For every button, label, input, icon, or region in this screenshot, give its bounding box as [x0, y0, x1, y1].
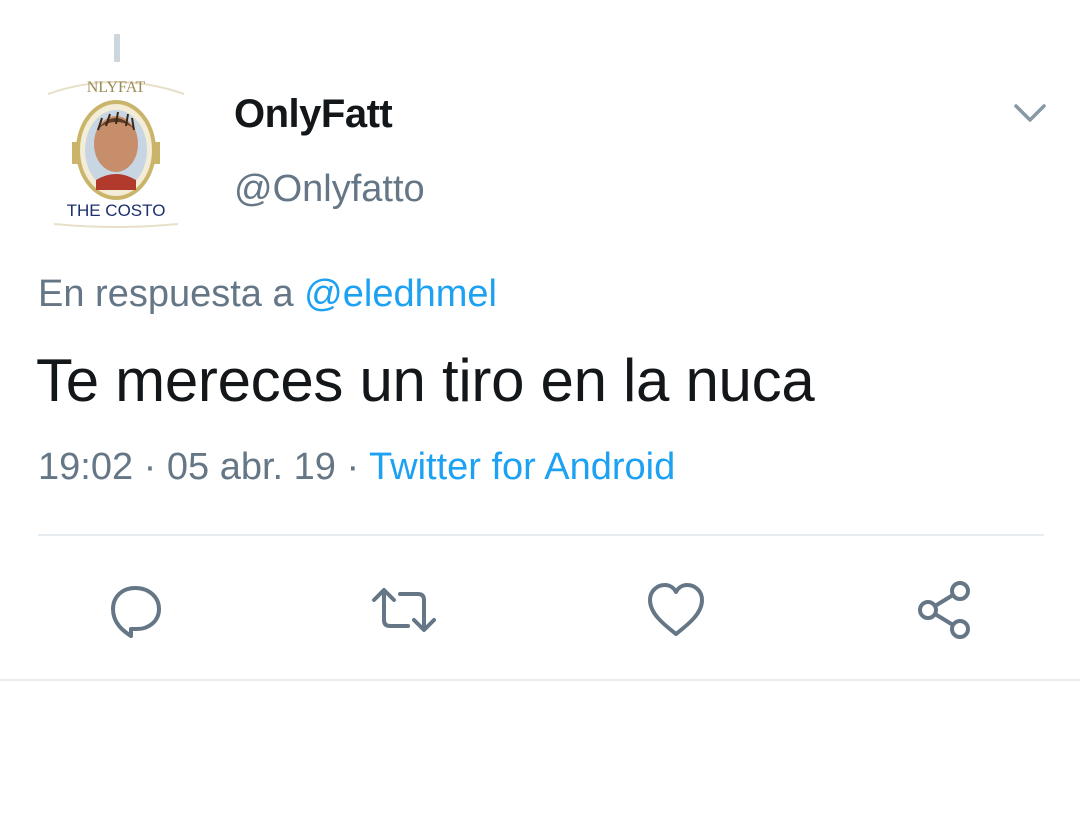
- meta-separator: ·: [133, 446, 167, 488]
- tweet-date: 05 abr. 19: [166, 446, 336, 488]
- retweet-button[interactable]: [368, 574, 440, 646]
- reply-button[interactable]: [99, 574, 171, 646]
- tweet-bottom-border: [0, 679, 1080, 681]
- reply-to-handle-link[interactable]: @eledhmel: [304, 273, 497, 315]
- heart-icon: [648, 583, 704, 636]
- meta-separator: ·: [335, 446, 370, 488]
- tweet-source-link[interactable]: Twitter for Android: [369, 446, 675, 488]
- author-handle[interactable]: @Onlyfatto: [234, 168, 425, 211]
- share-icon: [918, 581, 970, 639]
- reply-context: En respuesta a @eledhmel: [38, 273, 497, 316]
- share-button[interactable]: [908, 574, 980, 646]
- avatar[interactable]: NLYFAT THE COSTO: [40, 72, 192, 228]
- avatar-image: NLYFAT THE COSTO: [40, 72, 192, 228]
- tweet-meta: 19:02 · 05 abr. 19 · Twitter for Android: [38, 446, 675, 489]
- retweet-icon: [372, 588, 436, 632]
- thread-connector-line: [114, 34, 120, 62]
- avatar-logo-text: NLYFAT: [87, 79, 146, 96]
- like-button[interactable]: [640, 574, 712, 646]
- tweet-text: Te mereces un tiro en la nuca: [36, 347, 815, 414]
- author-display-name[interactable]: OnlyFatt: [234, 92, 393, 137]
- tweet-time: 19:02: [38, 446, 134, 488]
- avatar-caption: THE COSTO: [67, 201, 166, 220]
- reply-prefix: En respuesta a: [38, 273, 305, 315]
- reply-icon: [111, 586, 161, 638]
- divider: [38, 534, 1044, 536]
- chevron-down-icon[interactable]: [1010, 96, 1050, 132]
